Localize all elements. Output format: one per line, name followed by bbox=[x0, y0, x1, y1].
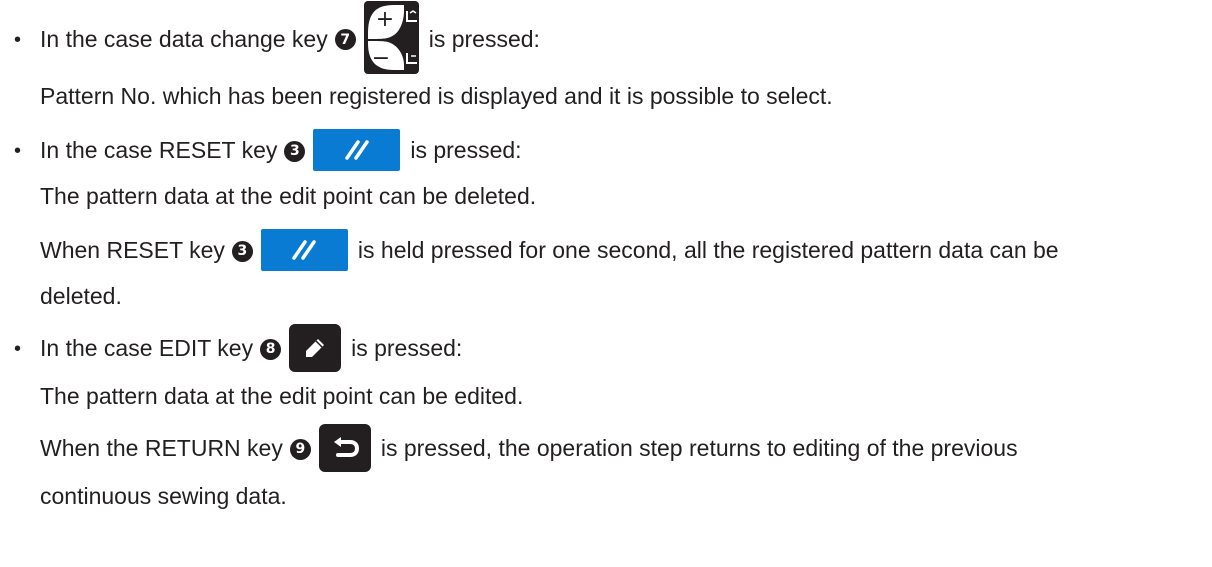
paragraph-line: The pattern data at the edit point can b… bbox=[0, 382, 523, 410]
reset-slash-icon bbox=[345, 140, 369, 160]
bullet: • bbox=[14, 140, 22, 162]
text: is pressed: bbox=[428, 25, 540, 52]
text: is pressed: bbox=[410, 137, 522, 163]
text: is pressed, the operation step returns t… bbox=[380, 435, 1018, 461]
pencil-icon bbox=[306, 339, 325, 357]
text: In the case RESET key bbox=[40, 137, 278, 163]
text: continuous sewing data. bbox=[40, 483, 287, 509]
svg-text:+: + bbox=[375, 7, 393, 32]
reset-key[interactable] bbox=[313, 129, 401, 171]
bullet-line-data-change: • In the case data change key ❼ 7 + − is… bbox=[0, 1, 540, 75]
callout-number-3: 3 bbox=[284, 140, 306, 162]
paragraph-line: deleted. bbox=[0, 282, 122, 310]
paragraph-line: continuous sewing data. bbox=[0, 482, 287, 510]
paragraph-line-return: When the RETURN key 9 is pressed, the op… bbox=[0, 424, 1018, 472]
text: is held pressed for one second, all the … bbox=[357, 237, 1059, 263]
text: When RESET key bbox=[40, 237, 225, 263]
bullet: • bbox=[14, 29, 22, 51]
bullet-line-reset: • In the case RESET key 3 is pressed: bbox=[0, 129, 522, 171]
text: is pressed: bbox=[351, 335, 463, 361]
reset-slash-icon bbox=[292, 240, 317, 260]
svg-text:−: − bbox=[371, 46, 389, 71]
plus-minus-pitch-icon: + − bbox=[367, 5, 417, 71]
return-key[interactable] bbox=[318, 424, 371, 472]
text: When the RETURN key bbox=[40, 435, 283, 461]
reset-key[interactable] bbox=[260, 229, 348, 271]
text: In the case data change key bbox=[40, 25, 328, 52]
return-arrow-icon bbox=[333, 437, 359, 457]
text: The pattern data at the edit point can b… bbox=[40, 183, 537, 209]
bullet-line-edit: • In the case EDIT key 8 is pressed: bbox=[0, 324, 462, 372]
paragraph-line: Pattern No. which has been registered is… bbox=[0, 82, 833, 110]
text: The pattern data at the edit point can b… bbox=[40, 383, 524, 409]
bullet: • bbox=[14, 338, 22, 360]
paragraph-line: The pattern data at the edit point can b… bbox=[0, 182, 536, 210]
callout-number-3: 3 bbox=[231, 240, 253, 262]
text: In the case EDIT key bbox=[40, 335, 254, 361]
callout-number-8: 8 bbox=[260, 338, 282, 360]
callout-number-7-badge: 7 bbox=[334, 29, 356, 50]
text: Pattern No. which has been registered is… bbox=[40, 83, 833, 109]
data-change-key[interactable]: + − bbox=[363, 1, 419, 74]
edit-key[interactable] bbox=[289, 324, 342, 372]
callout-number-9: 9 bbox=[289, 438, 311, 460]
paragraph-line-reset-hold: When RESET key 3 is held pressed for one… bbox=[0, 229, 1059, 271]
text: deleted. bbox=[40, 283, 122, 309]
